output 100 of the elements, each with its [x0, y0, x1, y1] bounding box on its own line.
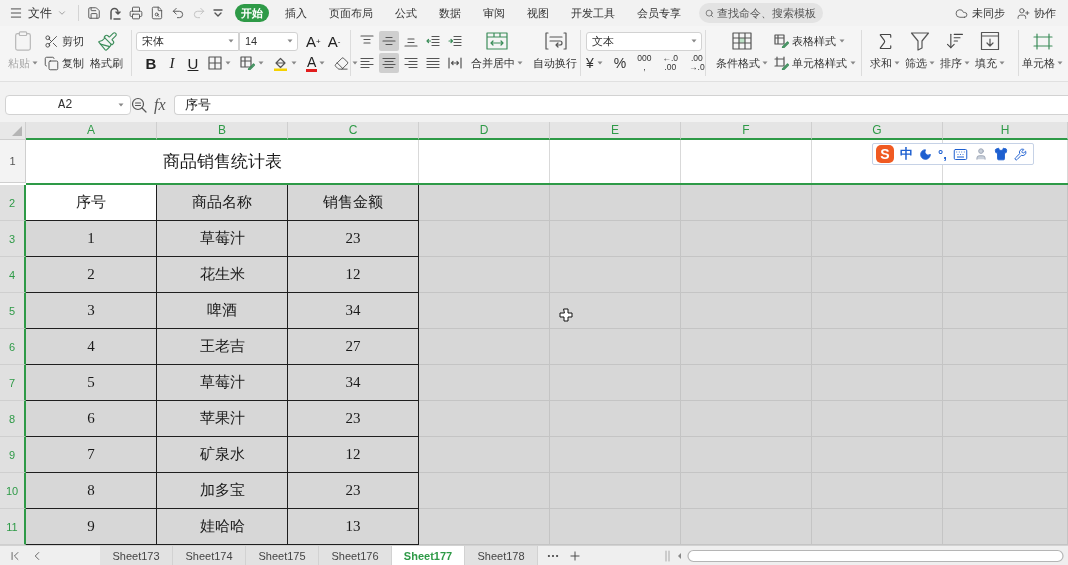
align-center-button[interactable] [379, 53, 399, 73]
sync-button[interactable]: 未同步 [955, 5, 1005, 21]
number-format-field[interactable]: 文本 [586, 31, 702, 51]
align-middle-button[interactable] [379, 31, 399, 51]
ribbon-tab[interactable]: 开发工具 [565, 4, 621, 22]
table-cell: 13 [288, 509, 419, 545]
table-cell: 3 [26, 293, 157, 329]
font-size-field[interactable]: 14 [239, 31, 298, 51]
filter-button[interactable]: 筛选 [905, 30, 935, 74]
file-menu-button[interactable]: 文件 [6, 3, 70, 23]
cell-style-button[interactable]: 单元格样式 [774, 53, 856, 73]
caret-icon [225, 61, 231, 65]
table-cell: 12 [288, 437, 419, 473]
fill-down-icon [980, 31, 1000, 51]
percent-button[interactable]: % [613, 53, 627, 73]
input-mode-toggle[interactable]: 中 [900, 145, 913, 163]
caret-icon [228, 39, 234, 43]
table-cell: 23 [288, 401, 419, 437]
name-box[interactable]: A2 [5, 95, 131, 115]
cells-button[interactable]: 单元格 [1022, 30, 1063, 74]
person-icon[interactable] [973, 147, 988, 161]
ribbon-tab[interactable]: 公式 [389, 4, 423, 22]
ribbon-tab[interactable]: 会员专享 [631, 4, 687, 22]
table-brush-icon [774, 34, 789, 48]
ribbon-tab[interactable]: 插入 [279, 4, 313, 22]
cut-button[interactable]: 剪切 [44, 31, 84, 51]
table-style-button[interactable]: 表格样式 [774, 31, 845, 51]
format-painter-button[interactable]: 格式刷 [90, 30, 125, 74]
caret-icon [691, 39, 697, 43]
insert-function-button[interactable]: fx [154, 96, 166, 114]
punctuation-toggle[interactable]: °, [938, 146, 947, 162]
font-color-button[interactable]: A [306, 53, 326, 73]
italic-button[interactable]: I [166, 53, 178, 73]
caret-icon [894, 61, 900, 65]
print-preview-icon[interactable] [150, 6, 164, 20]
caret-icon [291, 61, 297, 65]
bold-button[interactable]: B [145, 53, 157, 73]
align-top-icon [360, 35, 374, 47]
add-icon[interactable] [568, 548, 582, 563]
caret-icon [839, 39, 845, 43]
justify-icon [426, 57, 440, 69]
shirt-icon[interactable] [993, 147, 1008, 161]
wrench-icon[interactable] [1013, 147, 1027, 161]
save-icon[interactable] [87, 6, 101, 20]
ribbon-tab[interactable]: 审阅 [477, 4, 511, 22]
search-field[interactable]: 查找命令、搜索模板 [699, 3, 823, 23]
table-cell: 8 [26, 473, 157, 509]
increase-decimal-button[interactable]: ←.0 .00 [662, 53, 679, 73]
funnel-icon [910, 31, 930, 51]
caret-icon [762, 61, 768, 65]
cell-pattern-button[interactable] [240, 53, 264, 73]
currency-button[interactable]: ¥ [586, 53, 603, 73]
print-icon[interactable] [129, 6, 143, 20]
merge-center-button[interactable]: 合并居中 [471, 30, 523, 74]
table-cell: 花生米 [157, 257, 288, 293]
sheet-tab[interactable]: Sheet178 [465, 546, 538, 565]
sheet-tab[interactable]: Sheet173 [100, 546, 173, 565]
caret-icon [258, 61, 264, 65]
sheet-tab[interactable]: Sheet175 [246, 546, 319, 565]
table-cell: 序号 [26, 185, 157, 221]
wrap-text-button[interactable]: 自动换行 [533, 30, 579, 74]
decrease-font-size-button[interactable]: A$^{-}$ [327, 31, 341, 51]
formula-field[interactable]: 序号 [173, 95, 1068, 115]
underline-button[interactable]: U [187, 53, 199, 73]
table-cell: 2 [26, 257, 157, 293]
caret-icon [352, 61, 359, 65]
magnifier-icon[interactable] [131, 97, 147, 113]
table-cell: 啤酒 [157, 293, 288, 329]
curved-arrow-icon[interactable] [108, 6, 122, 20]
increase-font-size-button[interactable]: A$^{+}$ [306, 31, 321, 51]
select-all-button[interactable] [0, 122, 26, 140]
distributed-icon [448, 57, 462, 69]
ribbon-tab[interactable]: 数据 [433, 4, 467, 22]
horizontal-scrollbar[interactable] [664, 548, 1064, 563]
decrease-decimal-button[interactable]: .00 →.0 [689, 53, 705, 73]
keyboard-icon[interactable] [952, 146, 968, 162]
ribbon-tab[interactable]: 页面布局 [323, 4, 379, 22]
table-cell: 4 [26, 329, 157, 365]
conditional-format-button[interactable]: 条件格式 [716, 30, 768, 74]
borders-button[interactable] [208, 53, 231, 73]
sort-button[interactable]: 排序 [940, 30, 970, 74]
thousands-separator-button[interactable]: 000 , [637, 53, 652, 73]
dropdown-caret-icon[interactable] [213, 8, 223, 18]
caret-icon [287, 39, 293, 43]
sheet-tab[interactable]: Sheet174 [173, 546, 246, 565]
sheet-tab[interactable]: Sheet176 [319, 546, 392, 565]
ribbon-tab[interactable]: 开始 [235, 4, 269, 22]
copy-button[interactable]: 复制 [44, 53, 84, 73]
ribbon-tab[interactable]: 视图 [521, 4, 555, 22]
sheet-tab[interactable]: Sheet177 [392, 546, 465, 565]
fill-button[interactable]: 填充 [975, 30, 1005, 74]
eraser-icon [334, 55, 350, 71]
row-header[interactable]: 1 [0, 140, 26, 183]
sum-button[interactable]: 求和 [870, 30, 900, 74]
table-cell: 34 [288, 293, 419, 329]
sort-icon [945, 31, 965, 51]
collaborate-button[interactable]: 协作 [1017, 5, 1056, 21]
moon-icon[interactable] [919, 147, 932, 161]
undo-icon[interactable] [171, 6, 185, 20]
font-name-field[interactable]: 宋体 [136, 31, 239, 51]
